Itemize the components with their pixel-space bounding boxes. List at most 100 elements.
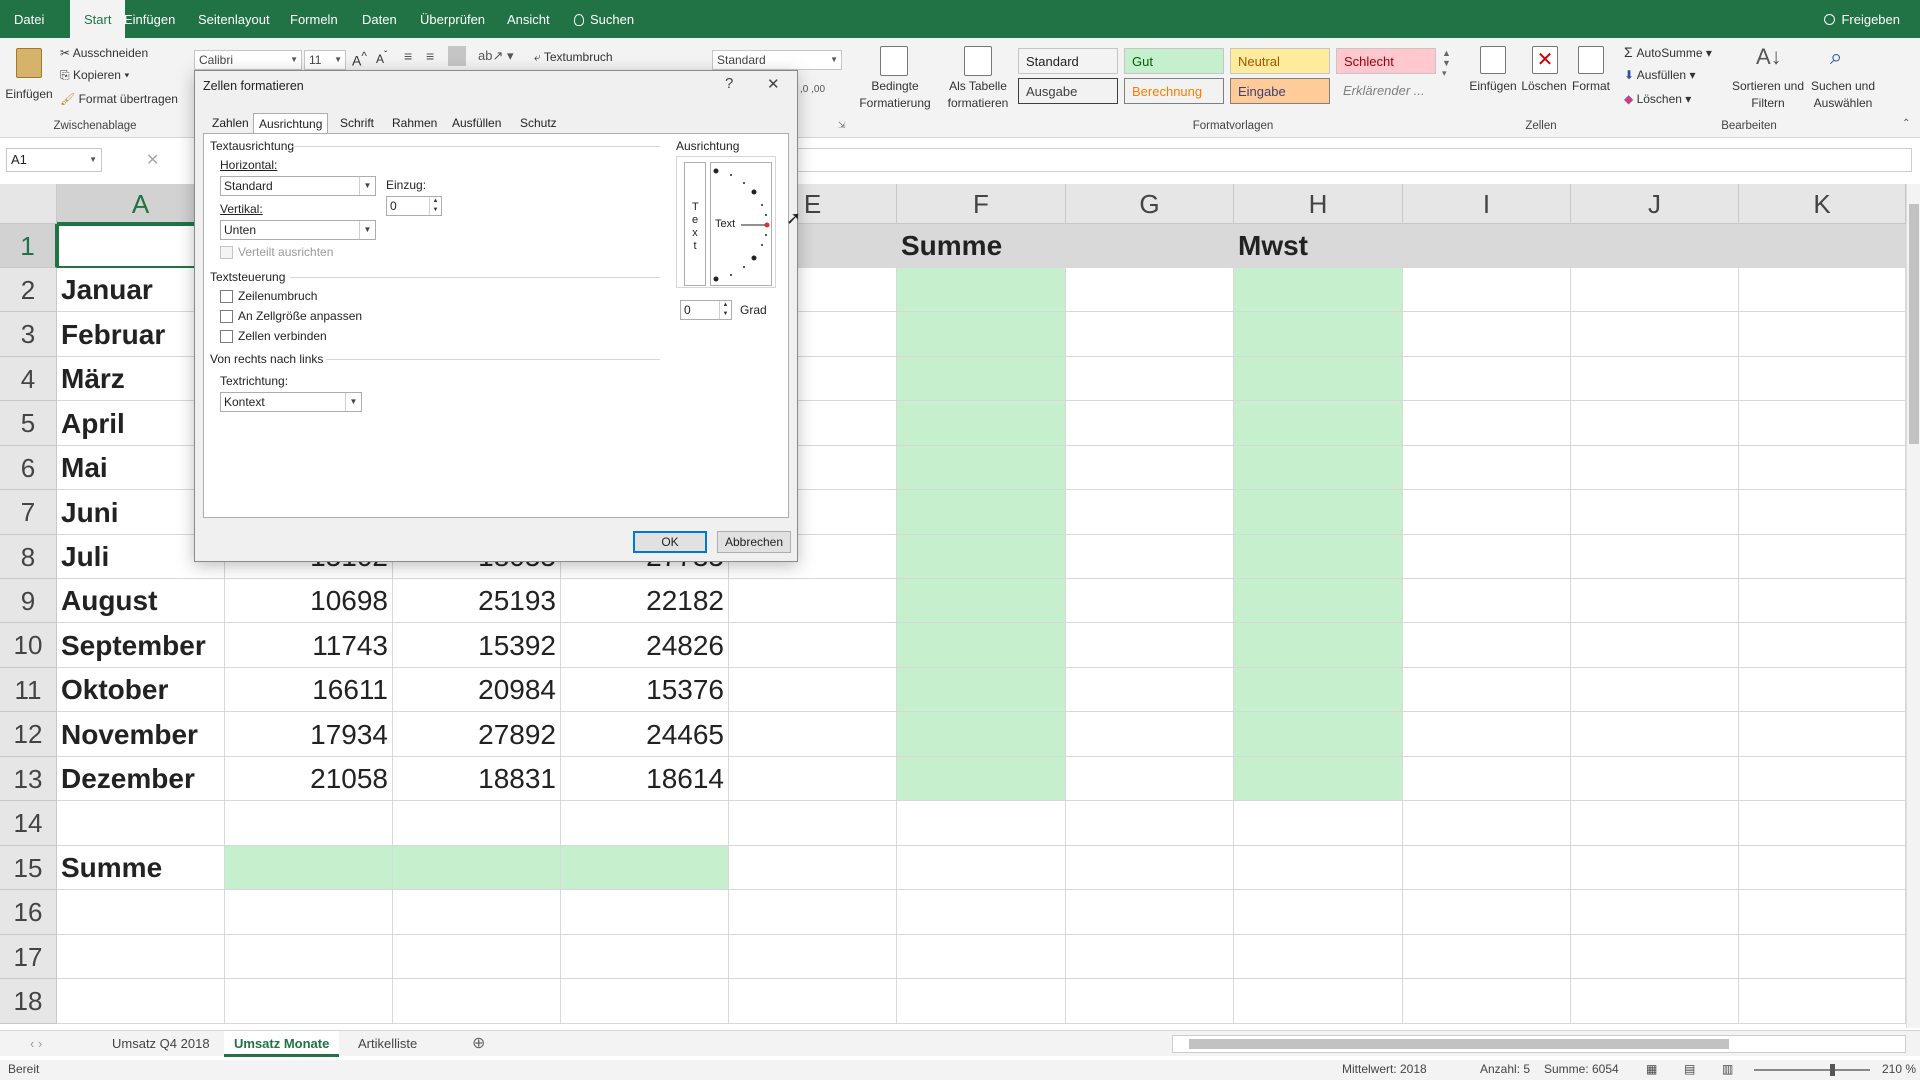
- cut-button[interactable]: ✂ Ausschneiden: [60, 46, 148, 60]
- sheet-tab-artikelliste[interactable]: Artikelliste: [348, 1031, 427, 1057]
- cell-j11[interactable]: [1571, 668, 1739, 712]
- cell-f8[interactable]: [897, 535, 1066, 579]
- cell-k5[interactable]: [1739, 401, 1906, 446]
- close-icon[interactable]: ✕: [767, 75, 780, 93]
- cell-k14[interactable]: [1739, 801, 1906, 846]
- cell-j4[interactable]: [1571, 357, 1739, 401]
- row-header-3[interactable]: 3: [0, 312, 57, 357]
- cell-h8[interactable]: [1234, 535, 1403, 579]
- cell-i8[interactable]: [1403, 535, 1571, 579]
- cell-a14[interactable]: [57, 801, 225, 846]
- cell-g15[interactable]: [1066, 846, 1234, 890]
- cell-j10[interactable]: [1571, 623, 1739, 668]
- cell-k4[interactable]: [1739, 357, 1906, 401]
- cell-j5[interactable]: [1571, 401, 1739, 446]
- sort-filter-button[interactable]: A↓ Sortieren und Filtern: [1728, 44, 1808, 114]
- cell-e16[interactable]: [729, 890, 897, 935]
- cell-g18[interactable]: [1066, 979, 1234, 1024]
- cell-f7[interactable]: [897, 490, 1066, 535]
- cell-h13[interactable]: [1234, 757, 1403, 801]
- cell-f3[interactable]: [897, 312, 1066, 357]
- cell-e9[interactable]: [729, 579, 897, 623]
- cell-f18[interactable]: [897, 979, 1066, 1024]
- cell-i13[interactable]: [1403, 757, 1571, 801]
- column-header-j[interactable]: J: [1571, 184, 1739, 224]
- cell-f17[interactable]: [897, 935, 1066, 979]
- cell-g6[interactable]: [1066, 446, 1234, 490]
- cell-c17[interactable]: [393, 935, 561, 979]
- cell-h2[interactable]: [1234, 268, 1403, 312]
- style-gut[interactable]: Gut: [1124, 48, 1224, 74]
- cell-h18[interactable]: [1234, 979, 1403, 1024]
- vertical-scroll-thumb[interactable]: [1909, 204, 1919, 444]
- cell-i14[interactable]: [1403, 801, 1571, 846]
- select-all-corner[interactable]: [0, 184, 57, 224]
- row-header-16[interactable]: 16: [0, 890, 57, 935]
- cell-a17[interactable]: [57, 935, 225, 979]
- cell-b13[interactable]: 21058: [225, 757, 393, 801]
- row-header-14[interactable]: 14: [0, 801, 57, 846]
- row-header-2[interactable]: 2: [0, 268, 57, 312]
- cell-j3[interactable]: [1571, 312, 1739, 357]
- cell-e12[interactable]: [729, 712, 897, 757]
- cell-f14[interactable]: [897, 801, 1066, 846]
- cell-a15[interactable]: Summe: [57, 846, 225, 890]
- cancel-icon[interactable]: ✕: [146, 150, 159, 170]
- normal-view-icon[interactable]: ▦: [1646, 1062, 1657, 1076]
- tab-ausrichtung[interactable]: Ausrichtung: [253, 113, 329, 133]
- collapse-ribbon-icon[interactable]: ⌃: [1902, 118, 1910, 129]
- column-header-h[interactable]: H: [1234, 184, 1403, 224]
- cell-h10[interactable]: [1234, 623, 1403, 668]
- cell-b17[interactable]: [225, 935, 393, 979]
- row-header-4[interactable]: 4: [0, 357, 57, 401]
- cell-g12[interactable]: [1066, 712, 1234, 757]
- clear-button[interactable]: ◆ Löschen ▾: [1624, 92, 1691, 106]
- style-standard[interactable]: Standard: [1018, 48, 1118, 74]
- distributed-checkbox[interactable]: [220, 246, 233, 259]
- row-header-12[interactable]: 12: [0, 712, 57, 757]
- name-box[interactable]: A1 ▼: [6, 148, 102, 172]
- cell-g8[interactable]: [1066, 535, 1234, 579]
- cell-b9[interactable]: 10698: [225, 579, 393, 623]
- cell-a16[interactable]: [57, 890, 225, 935]
- cell-i18[interactable]: [1403, 979, 1571, 1024]
- cell-j14[interactable]: [1571, 801, 1739, 846]
- paste-button[interactable]: Einfügen: [4, 44, 54, 114]
- cell-f10[interactable]: [897, 623, 1066, 668]
- cell-a18[interactable]: [57, 979, 225, 1024]
- row-header-8[interactable]: 8: [0, 535, 57, 579]
- style-erklaerender[interactable]: Erklärender ...: [1336, 78, 1436, 104]
- row-header-10[interactable]: 10: [0, 623, 57, 668]
- cell-e11[interactable]: [729, 668, 897, 712]
- cell-i7[interactable]: [1403, 490, 1571, 535]
- tab-ausfuellen[interactable]: Ausfüllen: [447, 113, 506, 133]
- cell-g3[interactable]: [1066, 312, 1234, 357]
- format-cells-button[interactable]: Format: [1566, 44, 1616, 114]
- cell-a10[interactable]: September: [57, 623, 225, 668]
- vertical-text-toggle[interactable]: T e x t: [684, 162, 706, 286]
- cell-j16[interactable]: [1571, 890, 1739, 935]
- format-painter-button[interactable]: 🖌 Format übertragen: [60, 92, 178, 106]
- cell-i4[interactable]: [1403, 357, 1571, 401]
- horizontal-scroll-thumb[interactable]: [1189, 1039, 1729, 1049]
- shrink-font-icon[interactable]: Aˇ: [376, 50, 387, 66]
- cell-h3[interactable]: [1234, 312, 1403, 357]
- cell-j15[interactable]: [1571, 846, 1739, 890]
- wrap-text-button[interactable]: ⤶ Textumbruch: [534, 50, 613, 65]
- tab-daten[interactable]: Daten: [362, 0, 397, 38]
- conditional-formatting-button[interactable]: Bedingte Formatierung: [852, 44, 938, 114]
- tab-schrift[interactable]: Schrift: [335, 113, 379, 133]
- find-select-button[interactable]: ⌕ Suchen und Auswählen: [1804, 44, 1882, 114]
- styles-scroll-icon[interactable]: ▲ ▼ ▾: [1442, 48, 1451, 79]
- delete-cells-button[interactable]: ✕ Löschen: [1518, 44, 1570, 114]
- cell-d18[interactable]: [561, 979, 729, 1024]
- column-header-k[interactable]: K: [1739, 184, 1906, 224]
- cell-d14[interactable]: [561, 801, 729, 846]
- help-icon[interactable]: ?: [725, 75, 733, 92]
- tab-einfuegen[interactable]: Einfügen: [124, 0, 175, 38]
- cancel-button[interactable]: Abbrechen: [717, 531, 791, 553]
- spinner-arrows-icon[interactable]: ▲ ▼: [429, 197, 441, 215]
- cell-f4[interactable]: [897, 357, 1066, 401]
- cell-h11[interactable]: [1234, 668, 1403, 712]
- cell-h12[interactable]: [1234, 712, 1403, 757]
